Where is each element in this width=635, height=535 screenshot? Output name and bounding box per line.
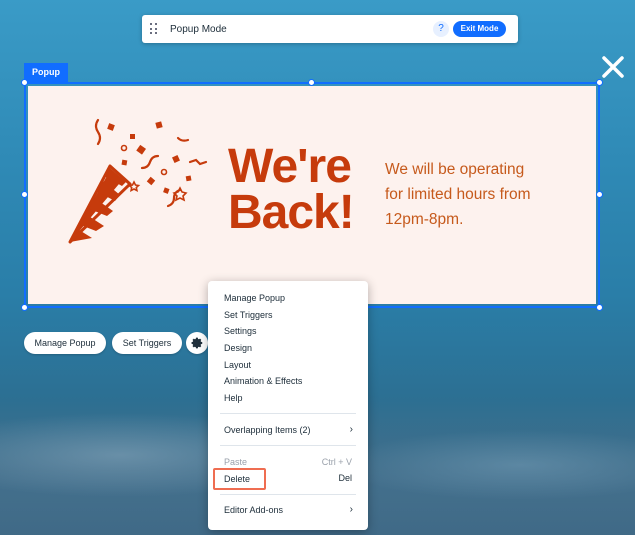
- resize-handle-br[interactable]: [596, 304, 603, 311]
- menu-item-set-triggers[interactable]: Set Triggers: [224, 309, 273, 321]
- menu-item-paste: Paste: [224, 457, 248, 467]
- popup-body-text[interactable]: We will be operating for limited hours f…: [385, 157, 565, 232]
- menu-item-settings[interactable]: Settings: [224, 325, 257, 337]
- body-line-1: We will be operating: [385, 161, 525, 178]
- menu-divider: [220, 445, 356, 446]
- resize-handle-mr[interactable]: [596, 191, 603, 198]
- menu-divider: [220, 413, 356, 414]
- chevron-right-icon: ›: [349, 504, 353, 515]
- menu-item-help[interactable]: Help: [224, 392, 243, 404]
- delete-shortcut: Del: [338, 473, 352, 483]
- menu-item-delete[interactable]: Delete: [224, 473, 250, 485]
- exit-mode-button[interactable]: Exit Mode: [453, 21, 506, 37]
- headline-line-1: We're: [228, 140, 352, 193]
- party-popper-icon: [68, 118, 208, 244]
- chevron-right-icon: ›: [349, 424, 353, 435]
- manage-popup-button[interactable]: Manage Popup: [24, 332, 106, 354]
- mode-title: Popup Mode: [170, 23, 227, 35]
- gear-icon: [191, 337, 203, 349]
- set-triggers-button[interactable]: Set Triggers: [112, 332, 182, 354]
- popup-tag: Popup: [24, 63, 68, 82]
- paste-shortcut: Ctrl + V: [321, 457, 352, 467]
- menu-item-layout[interactable]: Layout: [224, 359, 251, 371]
- headline-line-2: Back!: [228, 186, 355, 239]
- body-line-2: for limited hours from: [385, 186, 531, 203]
- body-line-3: 12pm-8pm.: [385, 211, 464, 228]
- context-menu: Manage Popup Set Triggers Settings Desig…: [208, 281, 368, 530]
- drag-handle-icon[interactable]: [150, 23, 158, 35]
- resize-handle-bl[interactable]: [21, 304, 28, 311]
- resize-handle-tl[interactable]: [21, 79, 28, 86]
- menu-item-overlapping-items[interactable]: Overlapping Items (2): [224, 424, 311, 436]
- menu-divider: [220, 494, 356, 495]
- settings-button[interactable]: [186, 332, 208, 354]
- popup-headline[interactable]: We're Back!: [228, 140, 378, 239]
- popup-mode-bar: Popup Mode ? Exit Mode: [142, 15, 518, 43]
- menu-item-manage-popup[interactable]: Manage Popup: [224, 292, 285, 304]
- close-icon[interactable]: [600, 54, 626, 80]
- menu-item-editor-addons[interactable]: Editor Add-ons: [224, 504, 283, 516]
- resize-handle-ml[interactable]: [21, 191, 28, 198]
- menu-item-design[interactable]: Design: [224, 342, 252, 354]
- resize-handle-tm[interactable]: [308, 79, 315, 86]
- resize-handle-tr[interactable]: [596, 79, 603, 86]
- menu-item-animation-effects[interactable]: Animation & Effects: [224, 375, 302, 387]
- help-button[interactable]: ?: [433, 21, 449, 37]
